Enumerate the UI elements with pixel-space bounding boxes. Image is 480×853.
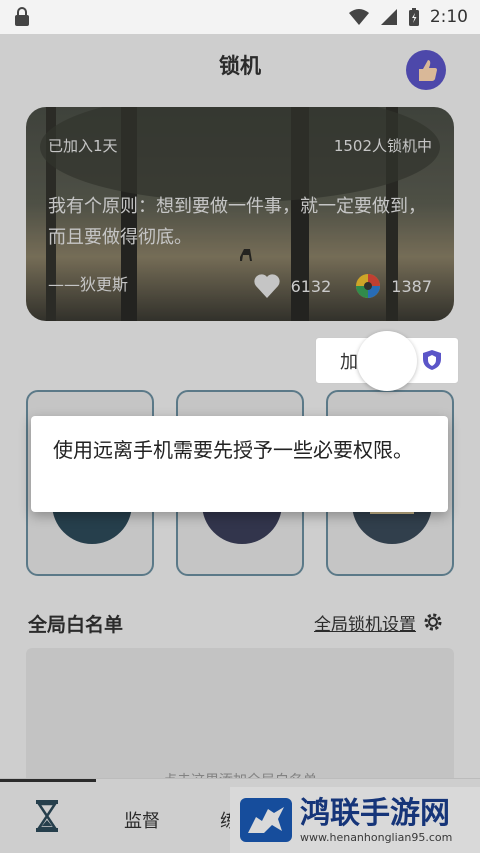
shield-icon xyxy=(423,350,441,370)
signal-icon xyxy=(380,9,397,25)
status-time: 2:10 xyxy=(429,7,468,27)
status-bar: 2:10 xyxy=(0,0,480,34)
dialog-message: 使用远离手机需要先授予一些必要权限。 xyxy=(53,438,413,462)
add-button-label: 加 xyxy=(340,351,358,373)
permission-dialog: 使用远离手机需要先授予一些必要权限。 xyxy=(31,416,448,512)
lock-status-icon xyxy=(15,7,29,26)
touch-indicator xyxy=(357,331,417,391)
wifi-icon xyxy=(348,9,369,25)
battery-charging-icon xyxy=(408,8,419,26)
